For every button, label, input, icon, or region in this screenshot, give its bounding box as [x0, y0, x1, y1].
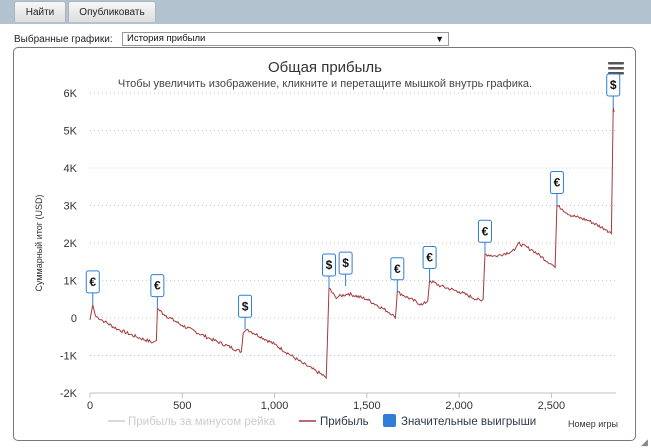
- big-win-marker[interactable]: €: [150, 274, 165, 309]
- x-tick-label: 1,000: [261, 400, 289, 412]
- legend-item-net-profit[interactable]: Прибыль за минусом рейка: [108, 416, 276, 428]
- x-tick-label: 1,500: [353, 400, 381, 412]
- x-tick-label: 2,000: [445, 400, 473, 412]
- chart-selector-label: Выбранные графики:: [14, 34, 113, 45]
- chart-title: Общая прибыль: [268, 59, 382, 76]
- legend-label-net-profit: Прибыль за минусом рейка: [128, 416, 276, 428]
- marker-label: $: [610, 78, 617, 92]
- y-axis-label: Суммарный итог (USD): [34, 194, 44, 291]
- find-tab[interactable]: Найти: [14, 1, 66, 22]
- marker-label: $: [242, 299, 249, 313]
- profit-chart[interactable]: Общая прибыль Чтобы увеличить изображени…: [14, 48, 635, 440]
- x-tick-label: 500: [173, 400, 191, 412]
- marker-label: €: [89, 275, 96, 289]
- marker-label: $: [326, 258, 333, 272]
- big-win-marker[interactable]: €: [390, 257, 405, 292]
- big-win-marker[interactable]: $: [338, 251, 353, 287]
- big-win-marker[interactable]: €: [85, 270, 100, 305]
- legend: Прибыль за минусом рейка Прибыль Значите…: [108, 414, 536, 428]
- big-win-marker[interactable]: $: [322, 253, 337, 288]
- marker-label: $: [342, 256, 349, 270]
- hamburger-menu-icon: [608, 62, 624, 75]
- marker-label: €: [154, 279, 161, 293]
- y-tick-label: 6K: [64, 88, 78, 100]
- marker-label: €: [482, 224, 489, 238]
- big-wins-swatch: [383, 414, 396, 427]
- marker-label: €: [554, 176, 561, 190]
- series-profit-line[interactable]: [89, 107, 615, 380]
- resize-grip-icon[interactable]: ◢: [641, 437, 648, 448]
- grid-lines: [90, 92, 616, 356]
- y-tick-label: 1K: [64, 276, 78, 288]
- legend-item-big-wins[interactable]: Значительные выигрыши: [383, 414, 536, 428]
- chart-selector[interactable]: История прибыли ▼: [122, 32, 449, 46]
- y-tick-label: 4K: [64, 163, 78, 175]
- big-win-marker[interactable]: €: [549, 171, 564, 206]
- big-win-marker[interactable]: $: [606, 73, 621, 108]
- big-win-marker[interactable]: €: [477, 219, 492, 255]
- x-axis-ticks: 0 500 1,000 1,500 2,000 2,500: [87, 393, 565, 412]
- x-axis-label: Номер игры: [568, 419, 618, 429]
- y-tick-label: 2K: [64, 238, 78, 250]
- y-axis-ticks: -2K -1K 0 1K 2K 3K 4K 5K 6K: [60, 88, 78, 400]
- y-tick-label: 5K: [64, 126, 78, 138]
- marker-label: €: [426, 251, 433, 265]
- top-toolbar: Найти Опубликовать: [0, 0, 651, 24]
- y-tick-label: -1K: [60, 351, 78, 363]
- legend-item-profit[interactable]: Прибыль: [299, 416, 369, 428]
- big-win-markers: € € $ $ $ € € € € $: [85, 73, 621, 330]
- x-tick-label: 2,500: [538, 400, 566, 412]
- menu-button[interactable]: [608, 62, 624, 75]
- big-win-marker[interactable]: $: [238, 294, 253, 330]
- y-tick-label: -2K: [60, 388, 78, 400]
- x-tick-label: 0: [87, 400, 93, 412]
- big-win-marker[interactable]: €: [422, 246, 437, 281]
- legend-label-big-wins: Значительные выигрыши: [401, 416, 536, 428]
- publish-tab[interactable]: Опубликовать: [68, 1, 156, 22]
- y-tick-label: 0: [71, 313, 77, 325]
- chart-selector-value: История прибыли: [127, 33, 206, 44]
- chart-panel: Общая прибыль Чтобы увеличить изображени…: [13, 47, 636, 441]
- y-tick-label: 3K: [64, 201, 78, 213]
- chart-subtitle: Чтобы увеличить изображение, кликните и …: [118, 78, 532, 90]
- dropdown-arrow-icon: ▼: [435, 34, 444, 44]
- marker-label: €: [394, 262, 401, 276]
- legend-label-profit: Прибыль: [320, 416, 369, 428]
